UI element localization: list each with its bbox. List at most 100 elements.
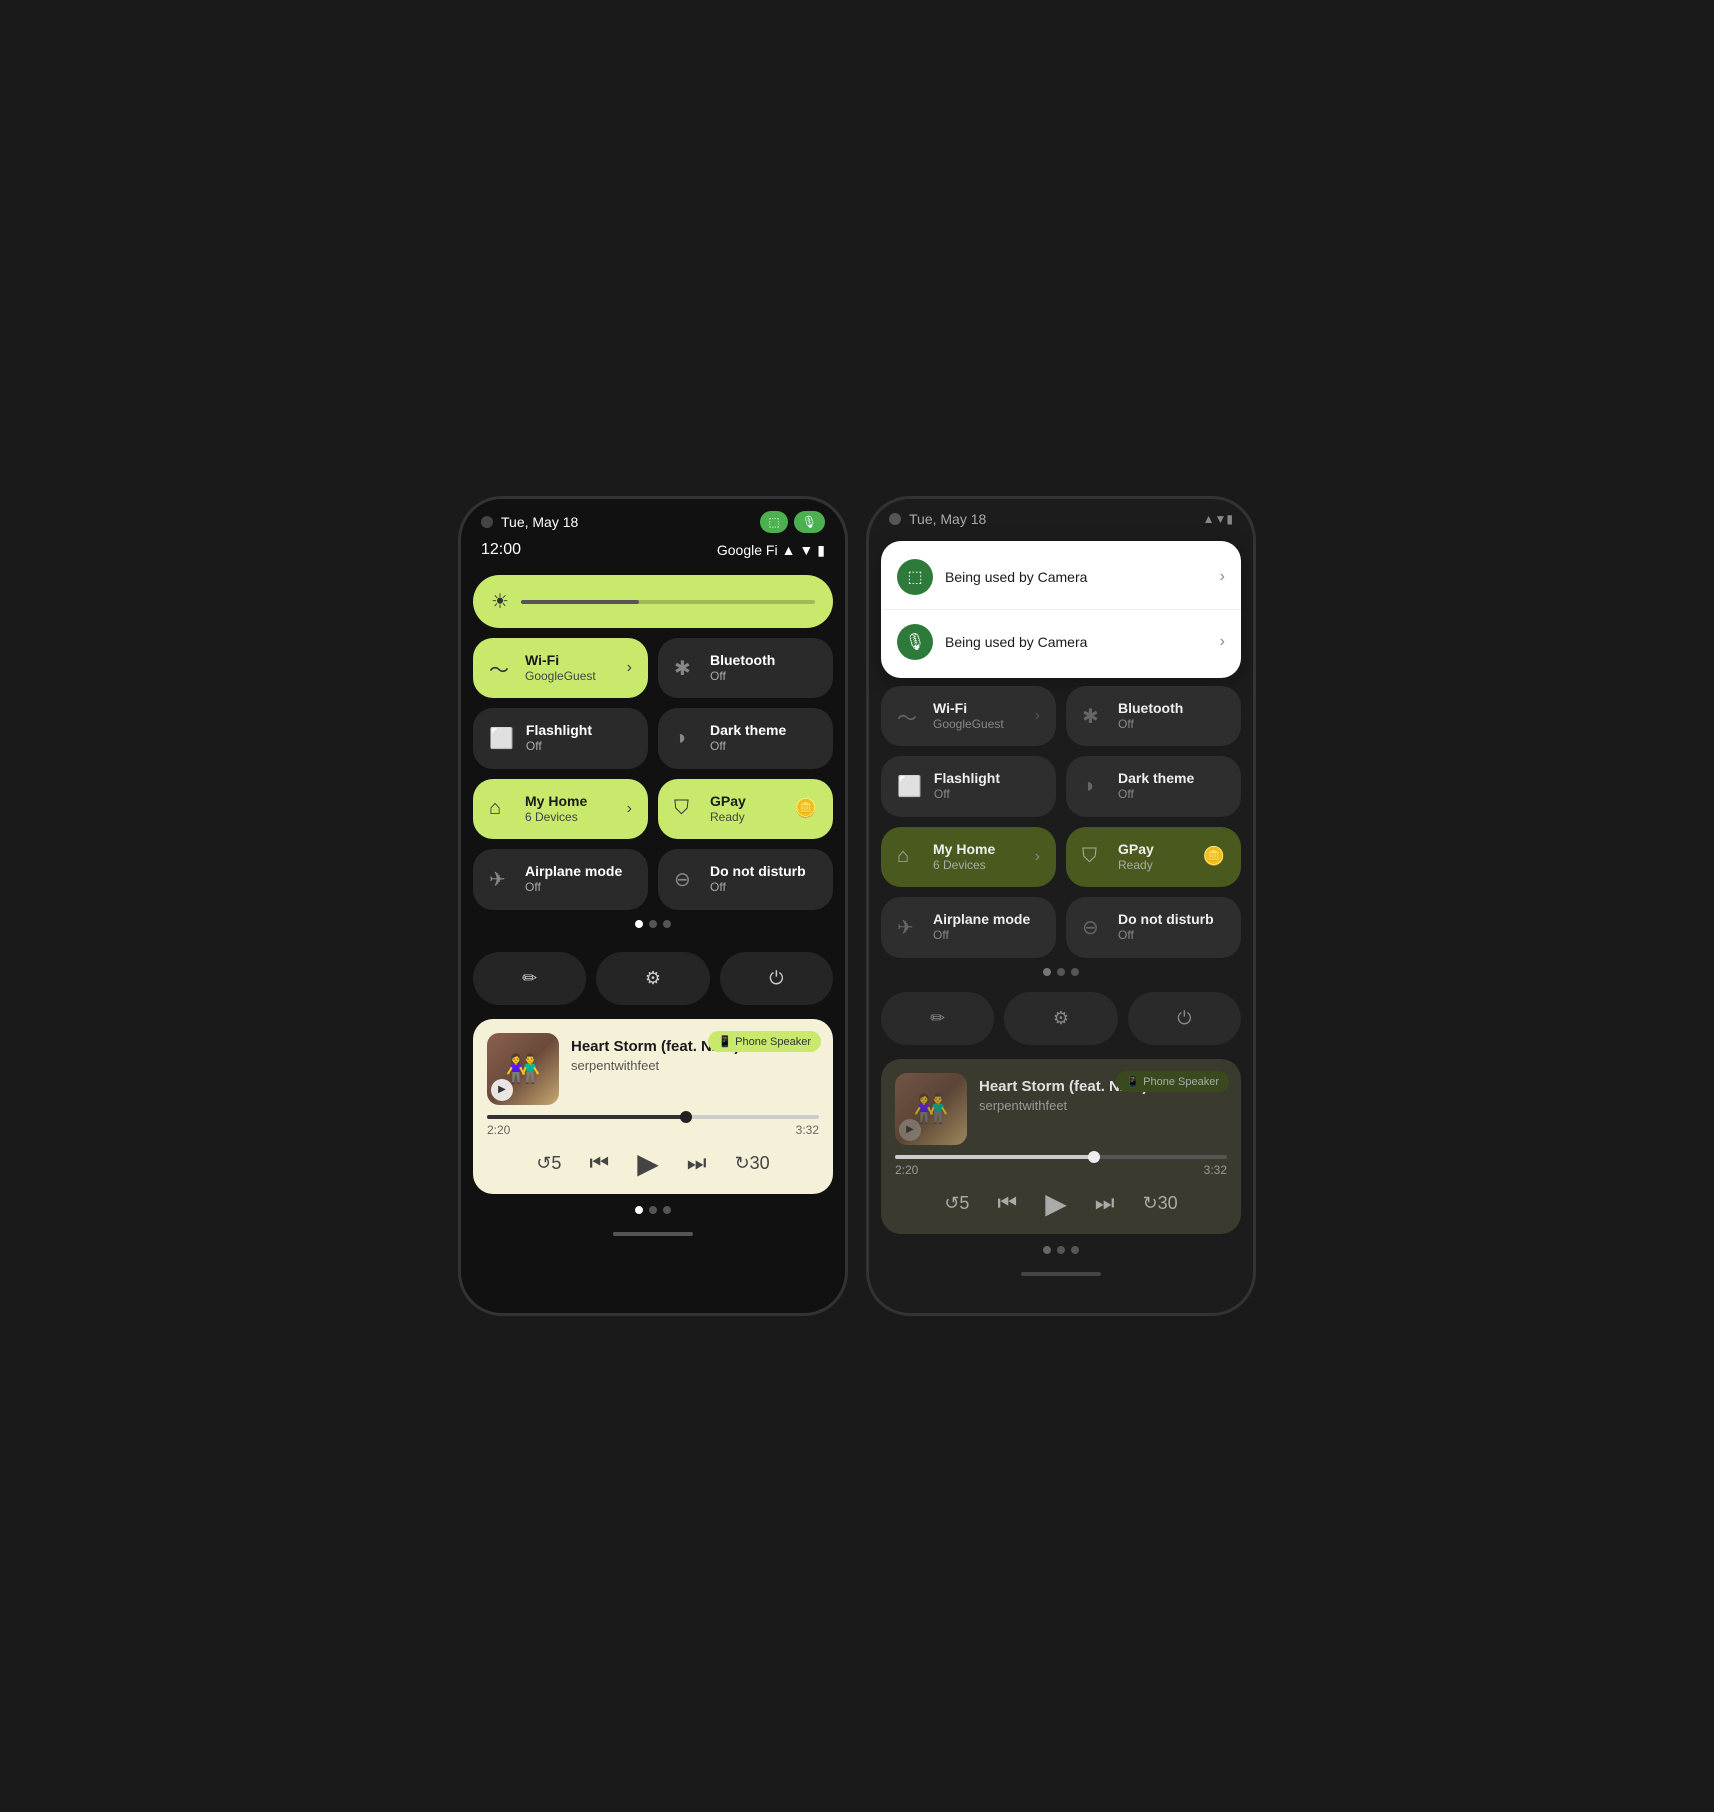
tile-dark-gpay-text: GPay Ready — [1118, 841, 1191, 873]
privacy-item-camera[interactable]: ⬚ Being used by Camera › — [881, 545, 1241, 610]
privacy-mic-icon: 🎙 — [905, 632, 925, 652]
forward-30-button[interactable]: ↻30 — [735, 1153, 770, 1174]
progress-bar-light[interactable] — [487, 1115, 819, 1119]
tile-dark-theme[interactable]: ◑ Dark theme Off — [658, 708, 833, 768]
brightness-icon: ☀ — [491, 589, 509, 614]
speaker-badge-text-dark: 📱 Phone Speaker — [1126, 1075, 1219, 1088]
dot-1 — [635, 920, 643, 928]
tile-dark-wifi[interactable]: 〜 Wi-Fi GoogleGuest › — [881, 686, 1056, 746]
tile-dark-bluetooth-subtitle: Off — [1118, 717, 1225, 733]
tile-dark-my-home-title: My Home — [933, 841, 1023, 858]
control-panel-light: ☀ 〜 Wi-Fi GoogleGuest › ✱ Bluetooth Off — [461, 567, 845, 944]
control-panel-dark: 〜 Wi-Fi GoogleGuest › ✱ Bluetooth Off ⬜ — [869, 686, 1253, 976]
play-mini-button-dark[interactable]: ▶ — [899, 1119, 921, 1141]
date-label-dark: Tue, May 18 — [909, 511, 986, 527]
edit-button-dark[interactable]: ✏ — [881, 992, 994, 1045]
power-button[interactable]: ⏻ — [720, 952, 833, 1005]
brightness-bar[interactable] — [521, 600, 815, 604]
status-bar-dark: Tue, May 18 ▲▼▮ — [869, 499, 1253, 533]
prev-button[interactable]: ⏮ — [589, 1150, 609, 1176]
tile-dark-gpay[interactable]: ⛉ GPay Ready 🪙 — [1066, 827, 1241, 887]
home-bar-dark — [1021, 1272, 1101, 1276]
tile-bluetooth-text: Bluetooth Off — [710, 652, 817, 684]
tile-dark-my-home[interactable]: ⌂ My Home 6 Devices › — [881, 827, 1056, 887]
bluetooth-icon-dark: ✱ — [1082, 704, 1106, 729]
tile-dark-my-home-subtitle: 6 Devices — [933, 858, 1023, 874]
tile-airplane[interactable]: ✈ Airplane mode Off — [473, 849, 648, 909]
dot-dark-3 — [1071, 968, 1079, 976]
tile-wifi-text: Wi-Fi GoogleGuest — [525, 652, 615, 684]
settings-icon: ⚙ — [645, 968, 661, 989]
settings-button-dark[interactable]: ⚙ — [1004, 992, 1117, 1045]
tile-dark-airplane-text: Airplane mode Off — [933, 911, 1040, 943]
flashlight-icon: ⬜ — [489, 726, 514, 751]
time-current-dark: 2:20 — [895, 1163, 918, 1177]
tile-dark-flashlight-title: Flashlight — [934, 770, 1040, 787]
wifi-icon-dark: 〜 — [897, 702, 921, 731]
settings-button[interactable]: ⚙ — [596, 952, 709, 1005]
tile-wifi[interactable]: 〜 Wi-Fi GoogleGuest › — [473, 638, 648, 698]
rewind-5-button[interactable]: ↺5 — [536, 1153, 561, 1174]
brightness-row[interactable]: ☀ — [473, 575, 833, 628]
wifi-icon: 〜 — [489, 654, 513, 683]
mic-pill[interactable]: 🎙 — [794, 511, 825, 533]
camera-dot-dark — [889, 513, 901, 525]
dnd-icon: ⊖ — [674, 867, 698, 892]
tile-dark-wifi-title: Wi-Fi — [933, 700, 1023, 717]
privacy-camera-icon-bg: ⬚ — [897, 559, 933, 595]
tile-dark-flashlight[interactable]: ⬜ Flashlight Off — [881, 756, 1056, 816]
tile-my-home[interactable]: ⌂ My Home 6 Devices › — [473, 779, 648, 839]
tile-dnd[interactable]: ⊖ Do not disturb Off — [658, 849, 833, 909]
tile-dark-airplane-subtitle: Off — [933, 928, 1040, 944]
dot-dark-2 — [1057, 968, 1065, 976]
edit-button[interactable]: ✏ — [473, 952, 586, 1005]
tile-dark-dnd[interactable]: ⊖ Do not disturb Off — [1066, 897, 1241, 957]
camera-pill[interactable]: ⬚ — [760, 511, 787, 533]
privacy-item-mic[interactable]: 🎙 Being used by Camera › — [881, 610, 1241, 674]
tile-dark-airplane[interactable]: ✈ Airplane mode Off — [881, 897, 1056, 957]
tile-airplane-text: Airplane mode Off — [525, 863, 632, 895]
tile-dark-gpay-title: GPay — [1118, 841, 1191, 858]
tile-dark-dark-theme[interactable]: ◑ Dark theme Off — [1066, 756, 1241, 816]
privacy-mic-arrow-icon: › — [1220, 633, 1225, 651]
tile-dark-bluetooth-text: Bluetooth Off — [1118, 700, 1225, 732]
time-total-dark: 3:32 — [1204, 1163, 1227, 1177]
tile-dark-airplane-title: Airplane mode — [933, 911, 1040, 928]
prev-button-dark[interactable]: ⏮ — [997, 1190, 1017, 1216]
progress-thumb-dark[interactable] — [1088, 1151, 1100, 1163]
play-mini-button[interactable]: ▶ — [491, 1079, 513, 1101]
tile-gpay[interactable]: ⛉ GPay Ready 🪙 — [658, 779, 833, 839]
media-controls-light: ↺5 ⏮ ▶ ⏭ ↻30 — [487, 1147, 819, 1180]
tile-bluetooth[interactable]: ✱ Bluetooth Off — [658, 638, 833, 698]
tile-my-home-text: My Home 6 Devices — [525, 793, 615, 825]
home-bar-light — [613, 1232, 693, 1236]
tile-dark-bluetooth-title: Bluetooth — [1118, 700, 1225, 717]
play-pause-button[interactable]: ▶ — [637, 1147, 659, 1180]
tile-dark-dark-theme-subtitle: Off — [1118, 787, 1225, 803]
next-button[interactable]: ⏭ — [687, 1150, 707, 1176]
tile-dark-bluetooth[interactable]: ✱ Bluetooth Off — [1066, 686, 1241, 746]
status-bar-dark-left: Tue, May 18 — [889, 511, 986, 527]
media-dot-3 — [663, 1206, 671, 1214]
next-button-dark[interactable]: ⏭ — [1095, 1190, 1115, 1216]
media-dot-2 — [649, 1206, 657, 1214]
dot-3 — [663, 920, 671, 928]
tile-flashlight[interactable]: ⬜ Flashlight Off — [473, 708, 648, 768]
progress-bar-dark[interactable] — [895, 1155, 1227, 1159]
progress-fill-dark — [895, 1155, 1094, 1159]
tile-gpay-subtitle: Ready — [710, 810, 783, 826]
rewind-5-button-dark[interactable]: ↺5 — [944, 1193, 969, 1214]
tile-dark-theme-title: Dark theme — [710, 722, 817, 739]
power-icon: ⏻ — [769, 968, 783, 989]
progress-fill-light — [487, 1115, 686, 1119]
tile-dark-wifi-text: Wi-Fi GoogleGuest — [933, 700, 1023, 732]
media-dot-dark-2 — [1057, 1246, 1065, 1254]
forward-30-button-dark[interactable]: ↻30 — [1143, 1193, 1178, 1214]
date-label: Tue, May 18 — [501, 514, 578, 530]
media-artist-light: serpentwithfeet — [571, 1058, 819, 1073]
progress-thumb-light[interactable] — [680, 1111, 692, 1123]
power-button-dark[interactable]: ⏻ — [1128, 992, 1241, 1045]
play-pause-button-dark[interactable]: ▶ — [1045, 1187, 1067, 1220]
media-artist-dark: serpentwithfeet — [979, 1098, 1227, 1113]
speaker-badge-text: 📱 Phone Speaker — [718, 1035, 811, 1048]
